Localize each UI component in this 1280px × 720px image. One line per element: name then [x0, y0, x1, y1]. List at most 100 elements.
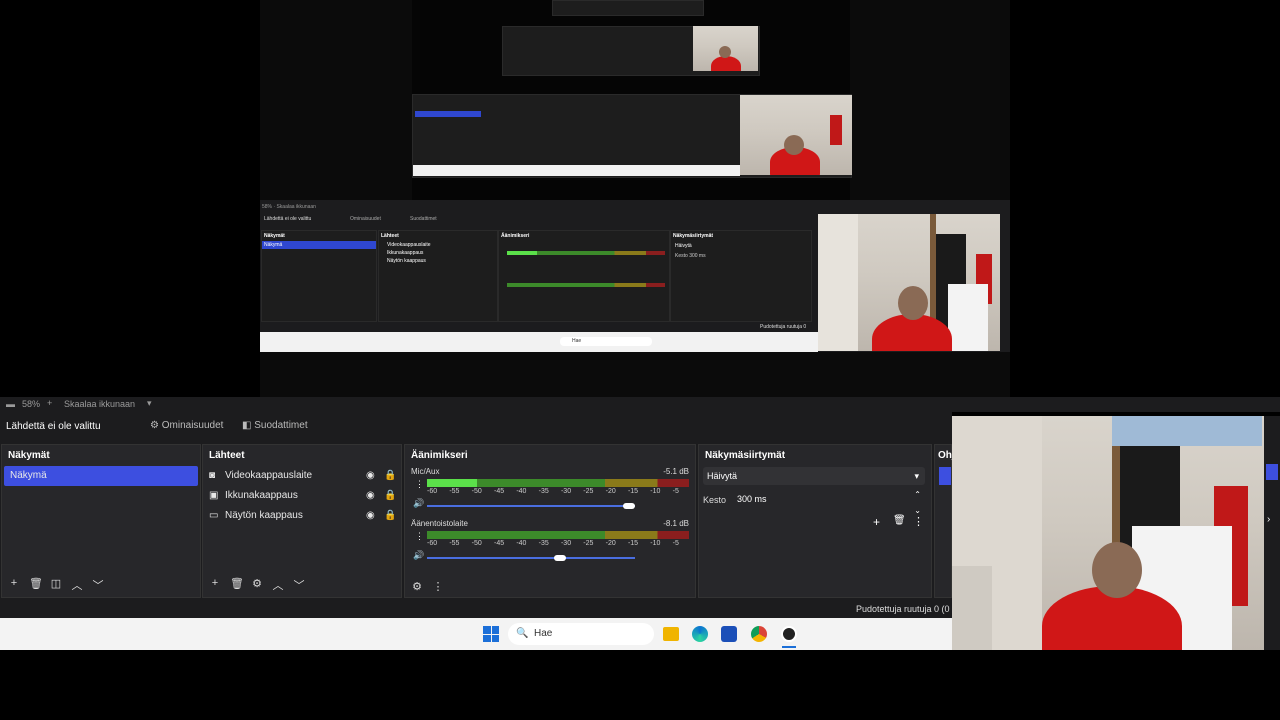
sources-footer: + 🗑 ⚙ ︿ ﹀: [209, 577, 305, 593]
camera-icon: ◙: [209, 470, 216, 481]
gear-icon[interactable]: ⚙: [411, 580, 423, 593]
nested-preview-4: [552, 0, 704, 16]
nested-mixer-title: Äänimikseri: [501, 233, 530, 239]
duration-value: 300 ms: [737, 494, 767, 504]
chevron-down-icon: ▾: [914, 471, 919, 481]
transitions-title: Näkymäsiirtymät: [705, 450, 786, 461]
nested-dropped: Pudotettuja ruutuja 0: [760, 324, 807, 330]
nested-search: Hae: [560, 337, 652, 346]
volume-slider[interactable]: [427, 555, 635, 561]
obs-icon[interactable]: [781, 626, 797, 642]
nested-duration: Kesto 300 ms: [675, 253, 706, 259]
nested-meter-2: [507, 283, 665, 287]
meter-tick: -25: [583, 540, 594, 547]
taskbar-search[interactable]: 🔍 Hae: [508, 623, 654, 645]
kebab-icon[interactable]: ⋮: [432, 580, 444, 593]
volume-meter: [427, 531, 689, 539]
preview-zoom-icon[interactable]: ▬: [6, 399, 15, 409]
nested-meter-1: [507, 251, 665, 255]
scenes-footer: + 🗑 ◫ ︿ ﹀: [8, 577, 104, 593]
scenes-dock: Näkymät Näkymä + 🗑 ◫ ︿ ﹀: [1, 444, 201, 598]
transition-select[interactable]: Häivytä ▾: [703, 467, 925, 485]
webcam-overlay: [952, 416, 1264, 650]
nested-scene-item: Näkymä: [262, 241, 376, 249]
edge-icon[interactable]: [692, 626, 708, 642]
eye-icon[interactable]: ◉: [366, 486, 375, 506]
status-bar: Pudotettuja ruutuja 0 (0: [0, 602, 952, 618]
kebab-icon[interactable]: ⋮: [415, 531, 424, 542]
meter-tick: -55: [449, 540, 460, 547]
channel-db: -5.1 dB: [663, 467, 689, 476]
start-streaming-button[interactable]: [939, 467, 951, 485]
right-edge-panel: ›: [1264, 416, 1280, 650]
controls-button-sliver[interactable]: [1266, 464, 1278, 480]
trash-icon[interactable]: 🗑: [29, 577, 43, 593]
move-down-icon[interactable]: ﹀: [92, 577, 104, 593]
source-label: Näytön kaappaus: [225, 510, 303, 521]
kebab-icon[interactable]: ⋮: [415, 479, 424, 490]
source-label: Ikkunakaappaus: [225, 490, 298, 501]
meter-tick: -10: [650, 540, 661, 547]
lock-icon[interactable]: 🔒: [384, 506, 396, 526]
add-icon[interactable]: +: [8, 577, 20, 593]
nested-no-source: Lähdettä ei ole valittu: [264, 216, 312, 222]
nested-source-item: Näytön kaappaus: [387, 258, 426, 264]
search-placeholder: Hae: [534, 628, 553, 639]
meter-tick: -20: [605, 488, 616, 495]
source-item-naytonkaappaus[interactable]: ▭ Näytön kaappaus ◉ 🔒: [203, 506, 401, 526]
file-explorer-icon[interactable]: [663, 627, 679, 641]
dropped-frames: Pudotettuja ruutuja 0 (0: [856, 604, 950, 614]
controls-title: Ohj: [938, 450, 955, 461]
speaker-icon[interactable]: 🔊: [413, 498, 424, 509]
windows-start-icon[interactable]: [483, 626, 499, 642]
source-item-videokaappauslaite[interactable]: ◙ Videokaappauslaite ◉ 🔒: [203, 466, 401, 486]
nested-webcam-2: [740, 95, 852, 175]
preview-canvas[interactable]: 58% · Skaalaa ikkunaan Lähdettä ei ole v…: [0, 0, 1280, 397]
meter-tick: -10: [650, 488, 661, 495]
zoom-in-icon[interactable]: +: [47, 398, 52, 408]
kebab-icon[interactable]: ⋮: [913, 515, 924, 528]
filters-button[interactable]: ◧ Suodattimet: [242, 420, 308, 431]
scale-mode-select[interactable]: Skaalaa ikkunaan: [64, 399, 135, 409]
gear-icon[interactable]: ⚙: [251, 577, 263, 593]
move-up-icon[interactable]: ︿: [272, 577, 284, 593]
nested-mixer-dock: Äänimikseri: [498, 230, 670, 322]
volume-meter: [427, 479, 689, 487]
sources-title: Lähteet: [209, 450, 245, 461]
chrome-icon[interactable]: [751, 626, 767, 642]
source-item-ikkunakaappaus[interactable]: ▣ Ikkunakaappaus ◉ 🔒: [203, 486, 401, 506]
properties-button[interactable]: ⚙ Ominaisuudet: [150, 420, 223, 431]
eye-icon[interactable]: ◉: [366, 466, 375, 486]
eye-icon[interactable]: ◉: [366, 506, 375, 526]
add-icon[interactable]: +: [209, 577, 221, 593]
meter-tick: -60: [427, 540, 438, 547]
channel-db: -8.1 dB: [663, 519, 689, 528]
scale-mode-chevron-down-icon[interactable]: ▾: [147, 398, 152, 409]
nested-preview-2: [412, 0, 852, 200]
duration-field[interactable]: 300 ms ⌃ ⌄: [731, 490, 925, 515]
nested-transition-value: Häivytä: [675, 243, 692, 249]
scale-row: ▬ 58% + Skaalaa ikkunaan ▾: [0, 397, 1280, 412]
trash-icon[interactable]: 🗑: [230, 577, 244, 593]
meter-tick: -5: [672, 540, 679, 547]
lock-icon[interactable]: 🔒: [384, 486, 396, 506]
meter-tick: -5: [672, 488, 679, 495]
speaker-icon[interactable]: 🔊: [413, 550, 424, 561]
source-label: Videokaappauslaite: [225, 470, 313, 481]
meter-tick: -25: [583, 488, 594, 495]
store-icon[interactable]: [721, 626, 737, 642]
chevron-right-icon[interactable]: ›: [1267, 514, 1270, 525]
move-down-icon[interactable]: ﹀: [293, 577, 305, 593]
trash-icon[interactable]: 🗑: [893, 515, 906, 526]
duration-label: Kesto: [703, 495, 727, 505]
nested-webcam-3: [693, 26, 758, 71]
active-app-indicator: [782, 646, 796, 648]
mixer-footer: ⚙ ⋮: [411, 580, 444, 593]
move-up-icon[interactable]: ︿: [71, 577, 83, 593]
scene-item[interactable]: Näkymä: [4, 466, 198, 486]
volume-slider[interactable]: [427, 503, 635, 509]
meter-tick: -50: [471, 488, 482, 495]
lock-icon[interactable]: 🔒: [384, 466, 396, 486]
scene-filter-icon[interactable]: ◫: [50, 577, 62, 593]
add-transition-icon[interactable]: +: [873, 515, 880, 529]
